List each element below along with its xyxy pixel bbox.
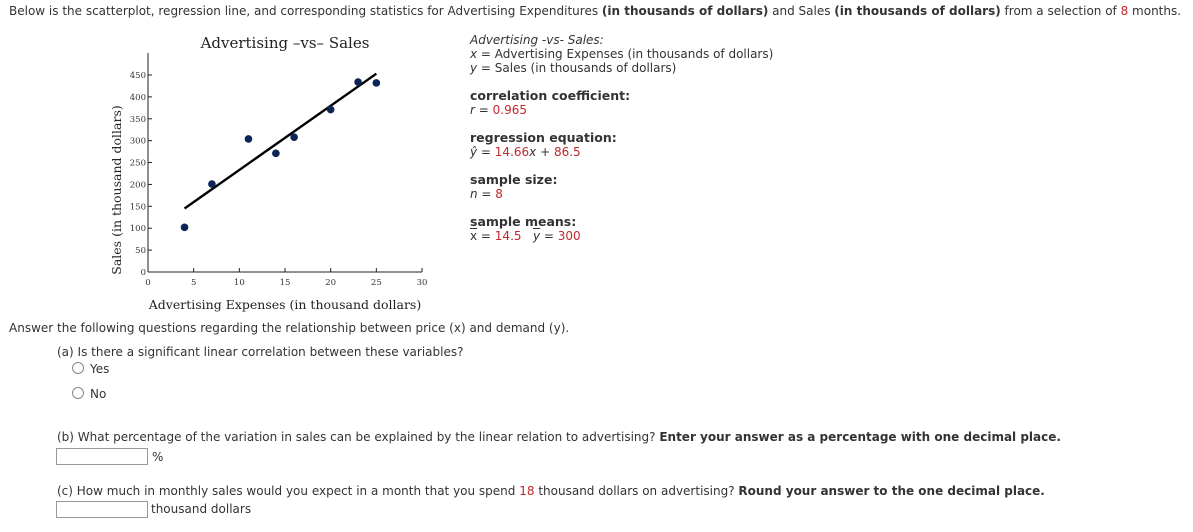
sample-size-value: n = 8	[470, 187, 503, 201]
intro-bold-units: (in thousands of dollars)	[834, 4, 1001, 18]
option-yes[interactable]: Yes	[72, 362, 109, 376]
y-tick-label: 150	[130, 202, 146, 212]
percent-unit: %	[152, 450, 164, 464]
data-point	[372, 79, 381, 87]
intro-part: from a selection of	[1000, 4, 1121, 18]
x-tick-label: 10	[234, 278, 245, 288]
thousand-dollars-unit: thousand dollars	[151, 502, 252, 516]
question-c-text: (c) How much in monthly sales would you …	[57, 484, 1045, 498]
y-tick-label: 300	[130, 137, 146, 147]
scatter-chart: Advertising –vs– Sales Sales (in thousan…	[109, 34, 428, 312]
chart-title: Advertising –vs– Sales	[200, 34, 370, 52]
regression-line	[183, 72, 378, 210]
y-tick-label: 50	[135, 246, 146, 256]
instruction-text: Answer the following questions regarding…	[9, 321, 570, 335]
intro-part: and Sales	[768, 4, 835, 18]
x-axis-label: Advertising Expenses (in thousand dollar…	[148, 297, 421, 312]
data-point	[290, 133, 298, 141]
data-point	[272, 149, 280, 158]
x-definition: x = Advertising Expenses (in thousands o…	[470, 47, 774, 61]
y-tick-label: 350	[130, 115, 146, 125]
y-definition: y = Sales (in thousands of dollars)	[470, 61, 677, 75]
radio-no[interactable]	[72, 387, 84, 399]
option-no[interactable]: No	[72, 387, 106, 401]
data-point	[244, 135, 253, 143]
sales-answer-input[interactable]	[56, 501, 148, 518]
intro-bold-units: (in thousands of dollars)	[601, 4, 769, 18]
correlation-value: r = 0.965	[470, 103, 527, 117]
y-axis-label: Sales (in thousand dollars)	[109, 105, 124, 274]
data-point	[326, 105, 335, 114]
x-tick-label: 15	[280, 278, 291, 288]
question-a-text: (a) Is there a significant linear correl…	[57, 345, 464, 359]
x-tick-label: 5	[191, 278, 196, 288]
intro-part: months.	[1128, 4, 1182, 18]
sample-means-values: x = 14.5 y = 300	[470, 229, 581, 243]
statistics-panel: Advertising -vs- Sales: x = Advertising …	[470, 33, 773, 243]
question-b-text: (b) What percentage of the variation in …	[57, 430, 1061, 444]
y-tick-label: 200	[130, 180, 146, 190]
y-tick-label: 250	[130, 159, 146, 169]
correlation-label: correlation coefficient:	[470, 88, 631, 103]
y-tick-label: 100	[130, 224, 146, 234]
stats-title: Advertising -vs- Sales:	[470, 33, 604, 47]
intro-text: Below is the scatterplot, regression lin…	[9, 4, 1181, 18]
regression-label: regression equation:	[470, 130, 617, 145]
data-point	[208, 180, 216, 188]
intro-part: Below is the scatterplot, regression lin…	[9, 4, 602, 18]
radio-yes[interactable]	[72, 362, 84, 374]
x-tick-label: 25	[371, 278, 382, 288]
data-point	[354, 78, 362, 86]
y-tick-label: 0	[141, 268, 146, 278]
x-tick-label: 0	[145, 278, 150, 288]
sample-means-label: sample means:	[470, 214, 577, 229]
x-tick-label: 30	[417, 278, 428, 288]
y-tick-label: 400	[130, 93, 146, 103]
data-point	[180, 223, 189, 232]
regression-equation: ŷ = 14.66x + 86.5	[470, 145, 581, 159]
percentage-answer-input[interactable]	[56, 448, 148, 465]
y-tick-label: 450	[130, 71, 146, 81]
x-tick-label: 20	[325, 278, 336, 288]
sample-size-label: sample size:	[470, 172, 558, 187]
